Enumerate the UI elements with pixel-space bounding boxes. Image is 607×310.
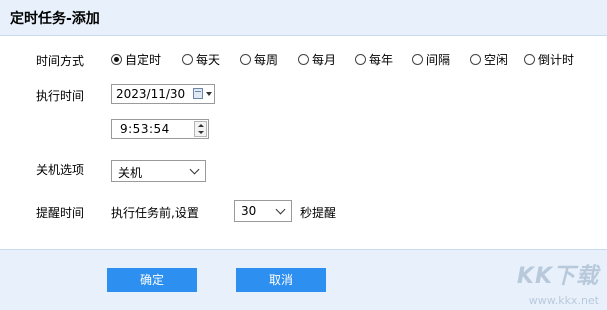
radio-monthly[interactable]: 每月 [298, 50, 336, 68]
radio-label: 每年 [369, 52, 394, 67]
chevron-down-icon [189, 164, 200, 175]
radio-icon [240, 53, 251, 65]
cancel-button[interactable]: 取消 [236, 268, 326, 292]
shutdown-select[interactable]: 关机 [111, 160, 206, 182]
reminder-seconds-value: 30 [241, 204, 257, 218]
watermark-url: www.kkx.net [528, 294, 599, 307]
radio-selected-icon [111, 53, 122, 65]
radio-label: 每天 [196, 52, 221, 67]
dialog-header: 定时任务-添加 [0, 0, 607, 36]
time-spinner[interactable] [194, 121, 207, 137]
shutdown-label: 关机选项 [36, 163, 85, 177]
spin-up-icon[interactable] [198, 124, 204, 127]
radio-daily[interactable]: 每天 [182, 50, 220, 68]
radio-weekly[interactable]: 每周 [240, 50, 278, 68]
radio-icon [470, 53, 481, 65]
chevron-down-icon[interactable] [206, 92, 212, 96]
radio-label: 空闲 [484, 52, 509, 67]
time-input[interactable]: 9:53:54 [111, 119, 209, 139]
radio-icon [524, 53, 535, 65]
watermark-text: KK下载 [516, 264, 599, 289]
spin-down-icon[interactable] [198, 131, 204, 134]
radio-idle[interactable]: 空闲 [470, 50, 508, 68]
reminder-seconds-select[interactable]: 30 [234, 200, 292, 222]
radio-countdown[interactable]: 倒计时 [524, 50, 574, 68]
radio-interval[interactable]: 间隔 [412, 50, 450, 68]
radio-icon [412, 53, 423, 65]
dialog-title: 定时任务-添加 [10, 11, 100, 27]
radio-label: 间隔 [426, 52, 451, 67]
radio-icon [355, 53, 366, 65]
radio-label: 自定时 [125, 52, 162, 67]
radio-icon [298, 53, 309, 65]
radio-icon [182, 53, 193, 65]
date-picker[interactable]: 2023/11/30 [111, 84, 215, 104]
radio-yearly[interactable]: 每年 [355, 50, 393, 68]
schedule-mode-label: 时间方式 [36, 54, 85, 68]
ok-button[interactable]: 确定 [107, 268, 197, 292]
radio-label: 倒计时 [538, 52, 575, 67]
reminder-label: 提醒时间 [36, 206, 85, 220]
calendar-icon[interactable] [193, 88, 203, 99]
reminder-prefix: 执行任务前,设置 [111, 206, 199, 220]
radio-label: 每月 [312, 52, 337, 67]
exec-time-label: 执行时间 [36, 89, 85, 103]
watermark-logo: KK下载 www.kkx.net [516, 258, 599, 307]
time-value: 9:53:54 [120, 122, 170, 136]
radio-label: 每周 [254, 52, 279, 67]
shutdown-value: 关机 [118, 166, 143, 180]
radio-custom[interactable]: 自定时 [111, 50, 161, 68]
reminder-suffix: 秒提醒 [300, 206, 337, 220]
date-value: 2023/11/30 [116, 87, 186, 101]
chevron-down-icon [275, 204, 286, 215]
